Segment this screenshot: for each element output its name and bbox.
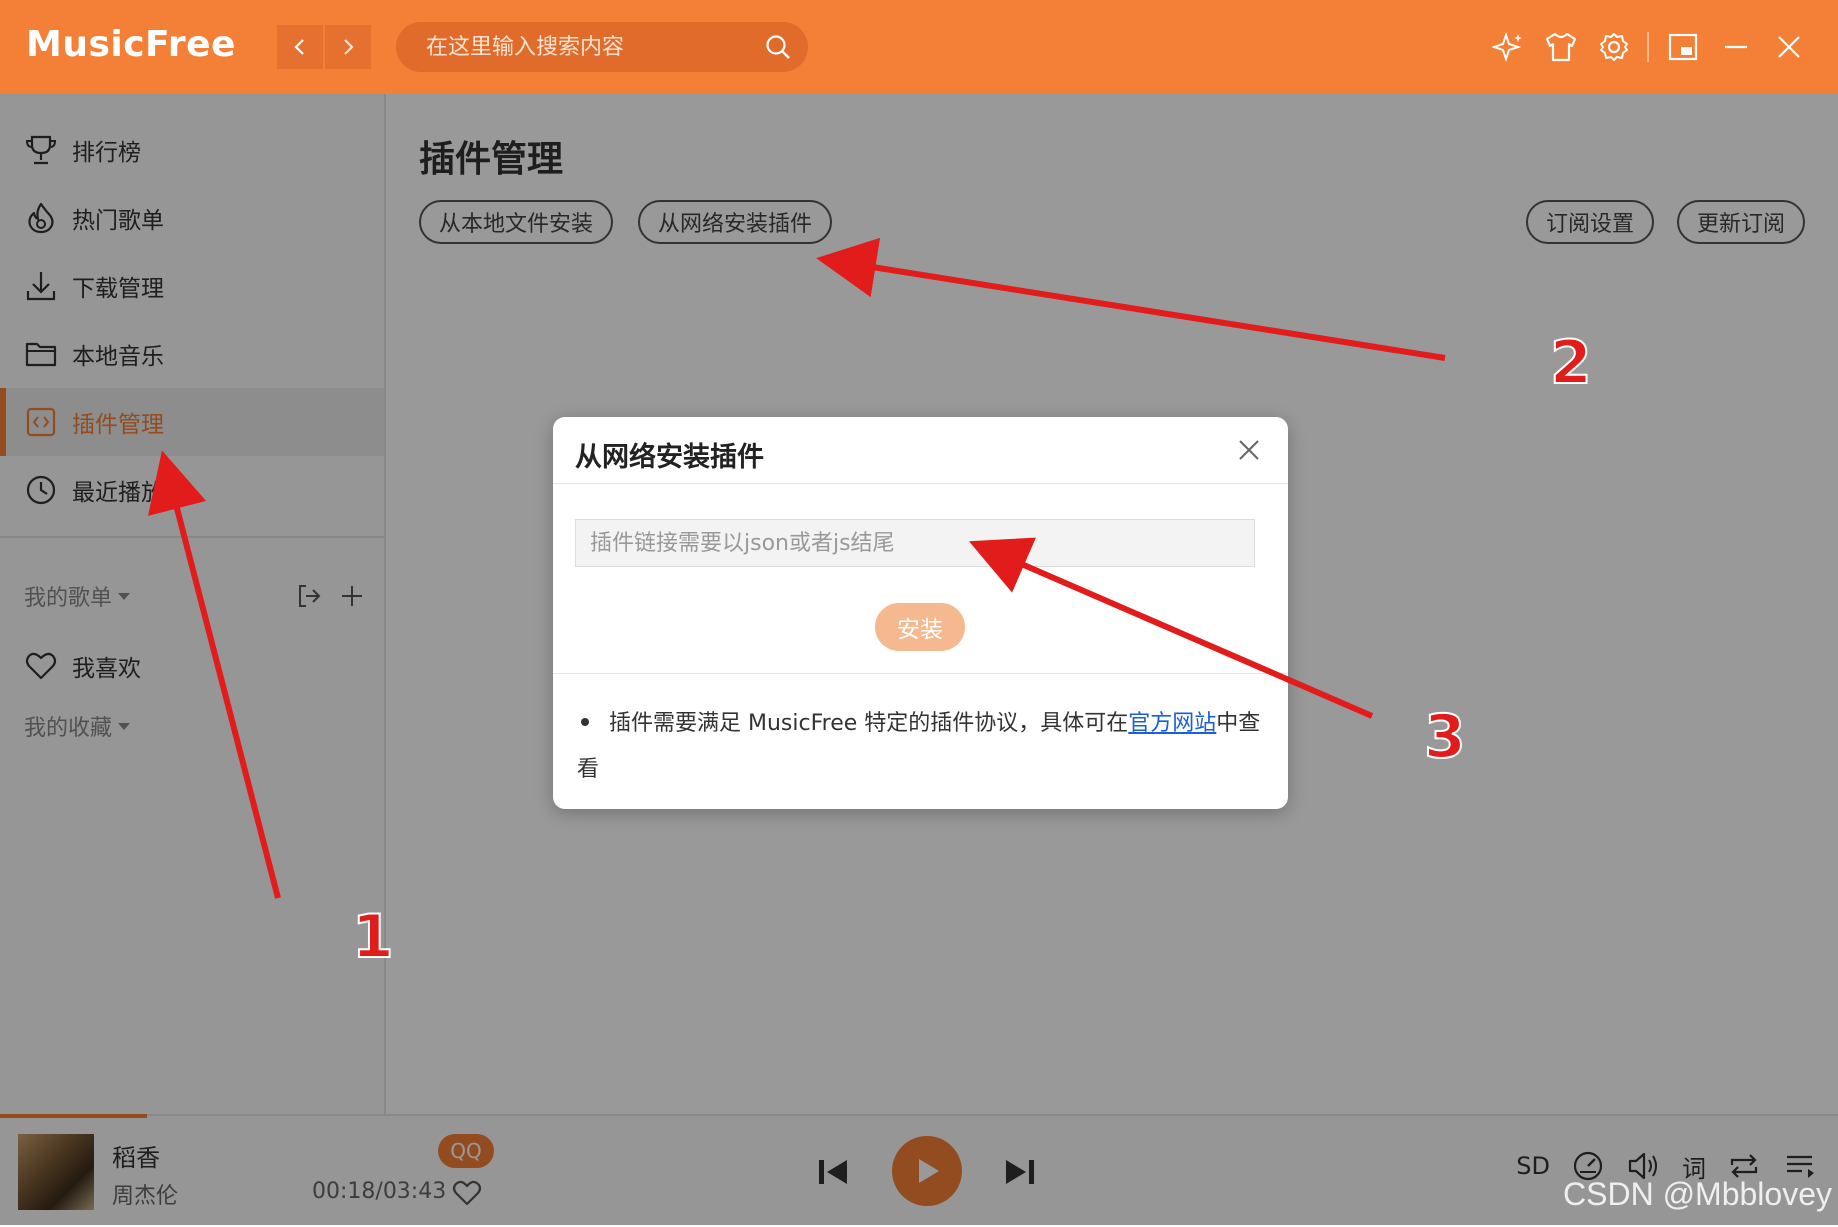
dialog-title: 从网络安装插件	[575, 442, 764, 473]
install-from-network-dialog: 从网络安装插件 安装 插件需要满足 MusicFree 特定的插件协议，具体可在…	[553, 417, 1288, 809]
minimize-button[interactable]	[1715, 26, 1757, 68]
bullet-dot	[581, 718, 589, 726]
miniplayer-button[interactable]	[1662, 26, 1704, 68]
note-prefix: 插件需要满足 MusicFree 特定的插件协议，具体可在	[609, 711, 1129, 736]
search-icon[interactable]	[764, 33, 792, 61]
dialog-divider	[553, 673, 1288, 674]
chevron-right-icon	[344, 39, 354, 55]
close-icon[interactable]	[1236, 437, 1262, 463]
gear-icon	[1600, 33, 1628, 61]
watermark: CSDN @Mbblovey	[1563, 1176, 1832, 1212]
sparkle-button[interactable]	[1487, 26, 1529, 68]
chevron-left-icon	[294, 39, 304, 55]
back-button[interactable]	[277, 25, 323, 69]
annotation-number-1: 1	[351, 901, 395, 973]
title-bar: MusicFree	[0, 0, 1838, 94]
annotation-number-3: 3	[1423, 701, 1467, 773]
minimize-icon	[1725, 45, 1747, 49]
dialog-divider	[553, 483, 1288, 484]
forward-button[interactable]	[325, 25, 371, 69]
plugin-url-input[interactable]	[575, 519, 1255, 567]
shirt-icon	[1545, 32, 1577, 62]
window-controls	[1476, 26, 1810, 68]
theme-button[interactable]	[1540, 26, 1582, 68]
search-input[interactable]	[424, 33, 748, 61]
close-icon	[1778, 36, 1800, 58]
search-box	[396, 22, 808, 72]
sparkle-icon	[1492, 31, 1522, 63]
settings-button[interactable]	[1593, 26, 1635, 68]
official-site-link[interactable]: 官方网站	[1128, 711, 1216, 736]
header-divider	[1647, 32, 1649, 62]
install-button[interactable]: 安装	[875, 603, 965, 651]
dialog-note: 插件需要满足 MusicFree 特定的插件协议，具体可在官方网站中查看	[577, 701, 1267, 793]
annotation-number-2: 2	[1549, 327, 1593, 399]
history-nav	[277, 25, 371, 69]
app-logo: MusicFree	[26, 24, 236, 65]
close-button[interactable]	[1768, 26, 1810, 68]
miniplayer-icon	[1668, 33, 1698, 61]
